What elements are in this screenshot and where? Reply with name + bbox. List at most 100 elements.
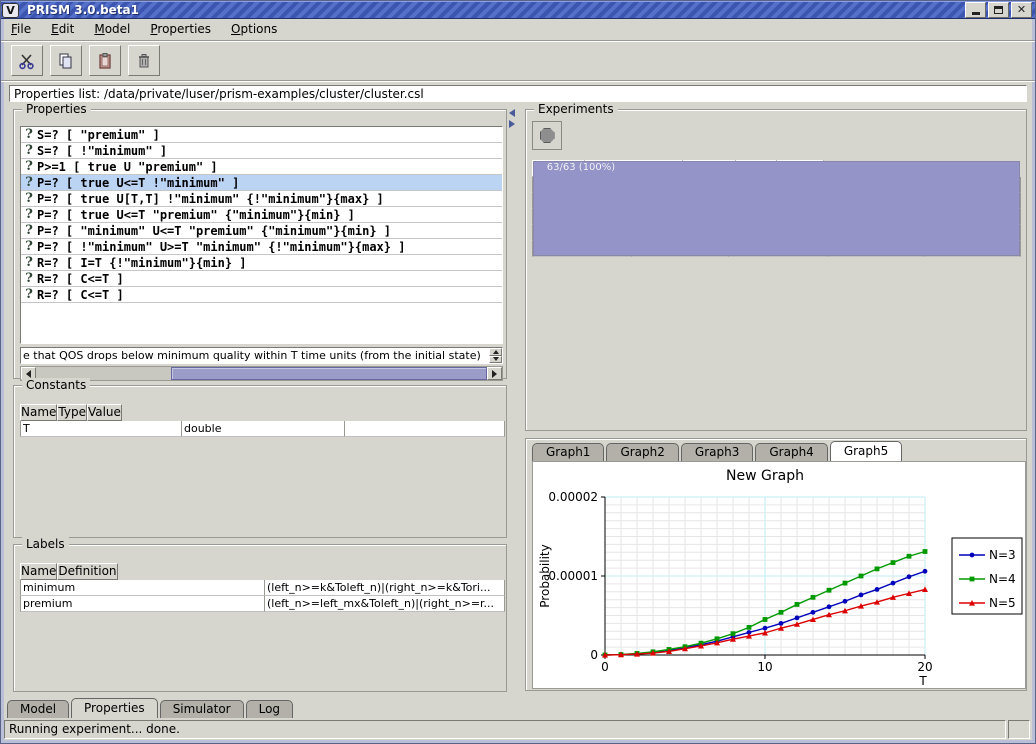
property-formula: S=? [ "premium" ]: [37, 128, 160, 142]
collapse-right-icon[interactable]: [509, 120, 515, 128]
properties-list-path: Properties list: /data/private/luser/pri…: [9, 85, 1027, 102]
graph-tab[interactable]: Graph4: [755, 443, 827, 461]
progress-bar: 63/63 (100%) 63/63 (100%): [729, 241, 829, 256]
svg-text:N=5: N=5: [989, 596, 1016, 610]
experiment-progress: 63/63 (100%) 63/63 (100%): [729, 241, 829, 257]
line-chart: 0102000.000010.00002New GraphTProbabilit…: [533, 462, 1025, 686]
label-definition: (left_n>=left_mx&Toleft_n)|(right_n>=r..…: [265, 596, 505, 612]
experiments-panel-title: Experiments: [534, 102, 618, 116]
graph-tab[interactable]: Graph3: [681, 443, 753, 461]
menu-item[interactable]: File: [1, 20, 41, 39]
split-pane-divider[interactable]: [507, 105, 520, 695]
property-row[interactable]: ? P=? [ "minimum" U<=T "premium" {"minim…: [21, 223, 502, 239]
question-mark-icon: ?: [21, 239, 37, 254]
property-row[interactable]: ? S=? [ "premium" ]: [21, 127, 502, 143]
column-header[interactable]: Name: [20, 563, 57, 580]
maximize-button[interactable]: [988, 2, 1009, 18]
column-header[interactable]: Definition: [57, 563, 117, 580]
experiments-table: PropertyDefined Const...ProgressStatusMe…: [532, 160, 1021, 257]
copy-button[interactable]: [50, 45, 82, 76]
properties-list[interactable]: ? S=? [ "premium" ] ? S=? [ !"minimum" ]…: [20, 126, 503, 344]
property-row[interactable]: ? R=? [ I=T {!"minimum"}{min} ]: [21, 255, 502, 271]
main-tab[interactable]: Log: [246, 700, 293, 718]
svg-text:0.00002: 0.00002: [548, 490, 598, 504]
spinner-down-button[interactable]: [489, 356, 502, 364]
column-header[interactable]: Type: [57, 404, 87, 421]
progress-text-overlay: 63/63 (100%): [729, 241, 829, 255]
table-row[interactable]: premium (left_n>=left_mx&Toleft_n)|(righ…: [20, 596, 505, 612]
property-formula: R=? [ C<=T ]: [37, 272, 124, 286]
scroll-right-button[interactable]: [487, 367, 502, 380]
svg-text:Probability: Probability: [538, 544, 552, 607]
menu-item[interactable]: Options: [221, 20, 287, 39]
constants-panel: Constants NameTypeValue T double: [13, 385, 507, 538]
labels-panel-title: Labels: [22, 537, 69, 551]
close-button[interactable]: ✕: [1011, 2, 1032, 18]
menu-item[interactable]: Properties: [140, 20, 221, 39]
property-row[interactable]: ? R=? [ C<=T ]: [21, 287, 502, 303]
property-row[interactable]: ? P=? [ true U<=T !"minimum" ]: [21, 175, 502, 191]
main-tab[interactable]: Model: [7, 700, 69, 718]
column-header[interactable]: Name: [20, 404, 57, 421]
property-row[interactable]: ? P=? [ true U[T,T] !"minimum" {!"minimu…: [21, 191, 502, 207]
question-mark-icon: ?: [21, 143, 37, 158]
property-formula: P=? [ true U[T,T] !"minimum" {!"minimum"…: [37, 192, 384, 206]
stop-experiment-button[interactable]: [532, 121, 562, 150]
labels-table: NameDefinition minimum (left_n>=k&Toleft…: [20, 563, 505, 612]
graph-tab[interactable]: Graph1: [532, 443, 604, 461]
labels-table-body: minimum (left_n>=k&Toleft_n)|(right_n>=k…: [20, 580, 505, 612]
question-mark-icon: ?: [21, 159, 37, 174]
up-arrow-icon: [493, 350, 499, 354]
table-row[interactable]: T double: [20, 421, 505, 437]
menu-item[interactable]: Edit: [41, 20, 84, 39]
minimize-button[interactable]: [965, 2, 986, 18]
question-mark-icon: ?: [21, 287, 37, 302]
scrollbar-thumb[interactable]: [171, 367, 487, 380]
graph-tab[interactable]: Graph5: [830, 441, 902, 461]
maximize-icon: [994, 6, 1003, 14]
property-comment-field[interactable]: e that QOS drops below minimum quality w…: [20, 347, 503, 364]
property-formula: P=? [ !"minimum" U>=T "minimum" {!"minim…: [37, 240, 405, 254]
spinner-up-button[interactable]: [489, 348, 502, 356]
property-row[interactable]: ? S=? [ !"minimum" ]: [21, 143, 502, 159]
menu-bar: File Edit Model Properties Options: [1, 19, 1035, 41]
question-mark-icon: ?: [21, 207, 37, 222]
experiments-panel: Experiments PropertyDefined Const...Prog…: [525, 109, 1027, 431]
window-menu-icon[interactable]: V: [2, 3, 19, 18]
main-tab-bar: ModelPropertiesSimulatorLog: [7, 698, 295, 718]
delete-button[interactable]: [128, 45, 160, 76]
comment-horizontal-scrollbar[interactable]: [20, 366, 503, 381]
graph-tab[interactable]: Graph2: [606, 443, 678, 461]
question-mark-icon: ?: [21, 255, 37, 270]
collapse-left-icon[interactable]: [509, 109, 515, 117]
graph-tab-bar: Graph1Graph2Graph3Graph4Graph5: [532, 442, 904, 461]
experiment-row[interactable]: P=? [ true U<... N=3:1:5,T=0... 63/63 (1…: [532, 241, 1021, 257]
question-mark-icon: ?: [21, 271, 37, 286]
constants-panel-title: Constants: [22, 378, 90, 392]
property-row[interactable]: ? P>=1 [ true U "premium" ]: [21, 159, 502, 175]
status-bar: Running experiment... done.: [4, 720, 1006, 739]
main-tab[interactable]: Simulator: [160, 700, 244, 718]
menu-item[interactable]: Model: [84, 20, 140, 39]
trash-icon: [135, 52, 153, 70]
left-arrow-icon: [26, 370, 31, 378]
main-tab[interactable]: Properties: [71, 698, 158, 718]
property-formula: R=? [ C<=T ]: [37, 288, 124, 302]
property-row[interactable]: ? P=? [ true U<=T "premium" {"minimum"}{…: [21, 207, 502, 223]
svg-text:N=3: N=3: [989, 548, 1016, 562]
title-bar[interactable]: V PRISM 3.0.beta1 ✕: [1, 1, 1035, 19]
window-title: PRISM 3.0.beta1: [27, 3, 139, 17]
scrollbar-track[interactable]: [36, 367, 487, 380]
constant-type: double: [182, 421, 345, 437]
property-row[interactable]: ? R=? [ C<=T ]: [21, 271, 502, 287]
graph-canvas[interactable]: 0102000.000010.00002New GraphTProbabilit…: [532, 461, 1026, 689]
table-row[interactable]: minimum (left_n>=k&Toleft_n)|(right_n>=k…: [20, 580, 505, 596]
column-header[interactable]: Value: [87, 404, 122, 421]
clipboard-icon: [96, 52, 114, 70]
cut-button[interactable]: [11, 45, 43, 76]
paste-button[interactable]: [89, 45, 121, 76]
constants-table-body: T double: [20, 421, 505, 437]
property-row[interactable]: ? P=? [ !"minimum" U>=T "minimum" {!"min…: [21, 239, 502, 255]
constant-value[interactable]: [345, 421, 505, 437]
label-definition: (left_n>=k&Toleft_n)|(right_n>=k&Tori...: [265, 580, 505, 596]
